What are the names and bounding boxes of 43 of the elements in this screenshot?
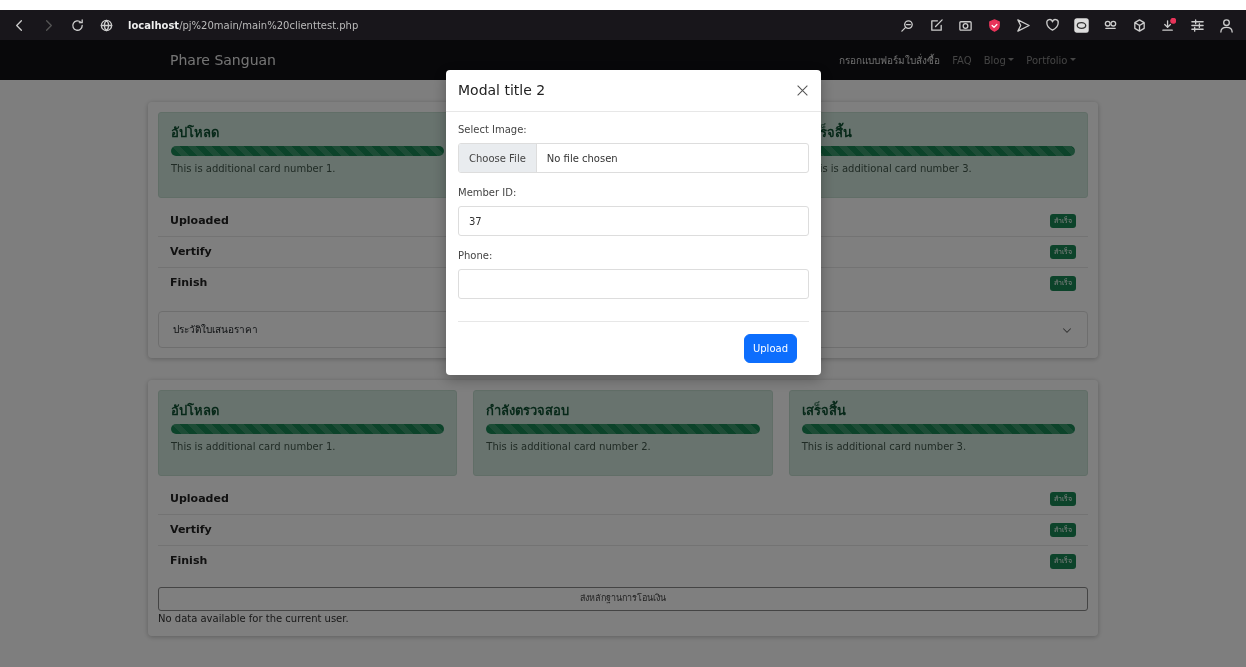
globe-icon (99, 17, 114, 33)
shield-icon[interactable] (987, 17, 1002, 33)
status-label: Finish (170, 275, 208, 292)
step-title: กำลังตรวจสอบ (486, 403, 571, 419)
choose-file-button[interactable]: Choose File (459, 144, 537, 172)
step-title: อัปโหลด (171, 403, 220, 419)
upload-button[interactable]: Upload (743, 334, 797, 363)
step-description: This is additional card number 3. (801, 439, 968, 454)
field-label: Member ID: (458, 186, 518, 200)
chat-icon[interactable] (1074, 17, 1089, 33)
sliders-icon[interactable] (1190, 17, 1205, 33)
profile-icon[interactable] (1219, 17, 1234, 33)
status-label: Finish (170, 553, 208, 570)
status-label: Uploaded (170, 212, 229, 229)
field-label: Phone: (458, 249, 494, 263)
field-label: Select Image: (458, 123, 528, 137)
download-icon[interactable] (1161, 17, 1176, 33)
step-description: is is additional card number 3. (819, 161, 973, 176)
reload-icon[interactable] (70, 17, 85, 33)
send-proof-button[interactable]: ส่งหลักฐานการโอนเงิน (158, 587, 1088, 611)
brand-name[interactable]: Phare Sanguan (170, 49, 276, 71)
cube-icon[interactable] (1132, 17, 1147, 33)
step-description: This is additional card number 1. (171, 161, 337, 176)
status-label: Vertify (170, 521, 212, 538)
modal-title: Modal title 2 (458, 81, 546, 100)
heart-icon[interactable] (1045, 17, 1060, 33)
text-field[interactable]: 37 (458, 206, 809, 236)
send-icon[interactable] (1016, 17, 1031, 33)
close-icon[interactable] (796, 84, 809, 97)
text-field[interactable] (458, 269, 809, 299)
nav-link[interactable]: กรอกแบบฟอร์มใบสั่งซื้อ (839, 52, 941, 68)
empty-message: No data available for the current user. (158, 611, 350, 626)
edit-icon[interactable] (929, 17, 944, 33)
file-input[interactable]: Choose File No file chosen (458, 143, 809, 173)
file-status: No file chosen (545, 151, 618, 166)
step-description: This is additional card number 2. (486, 439, 652, 454)
status-label: Vertify (170, 243, 212, 260)
status-label: Uploaded (170, 490, 229, 507)
address-bar[interactable]: localhost/pj%20main/main%20clienttest.php (128, 17, 359, 33)
step-description: This is additional card number 1. (171, 439, 337, 454)
step-title: อัปโหลด (171, 125, 220, 141)
zoom-icon[interactable] (900, 17, 915, 33)
accordion-title: ประวัติใบเสนอราคา (173, 323, 258, 337)
